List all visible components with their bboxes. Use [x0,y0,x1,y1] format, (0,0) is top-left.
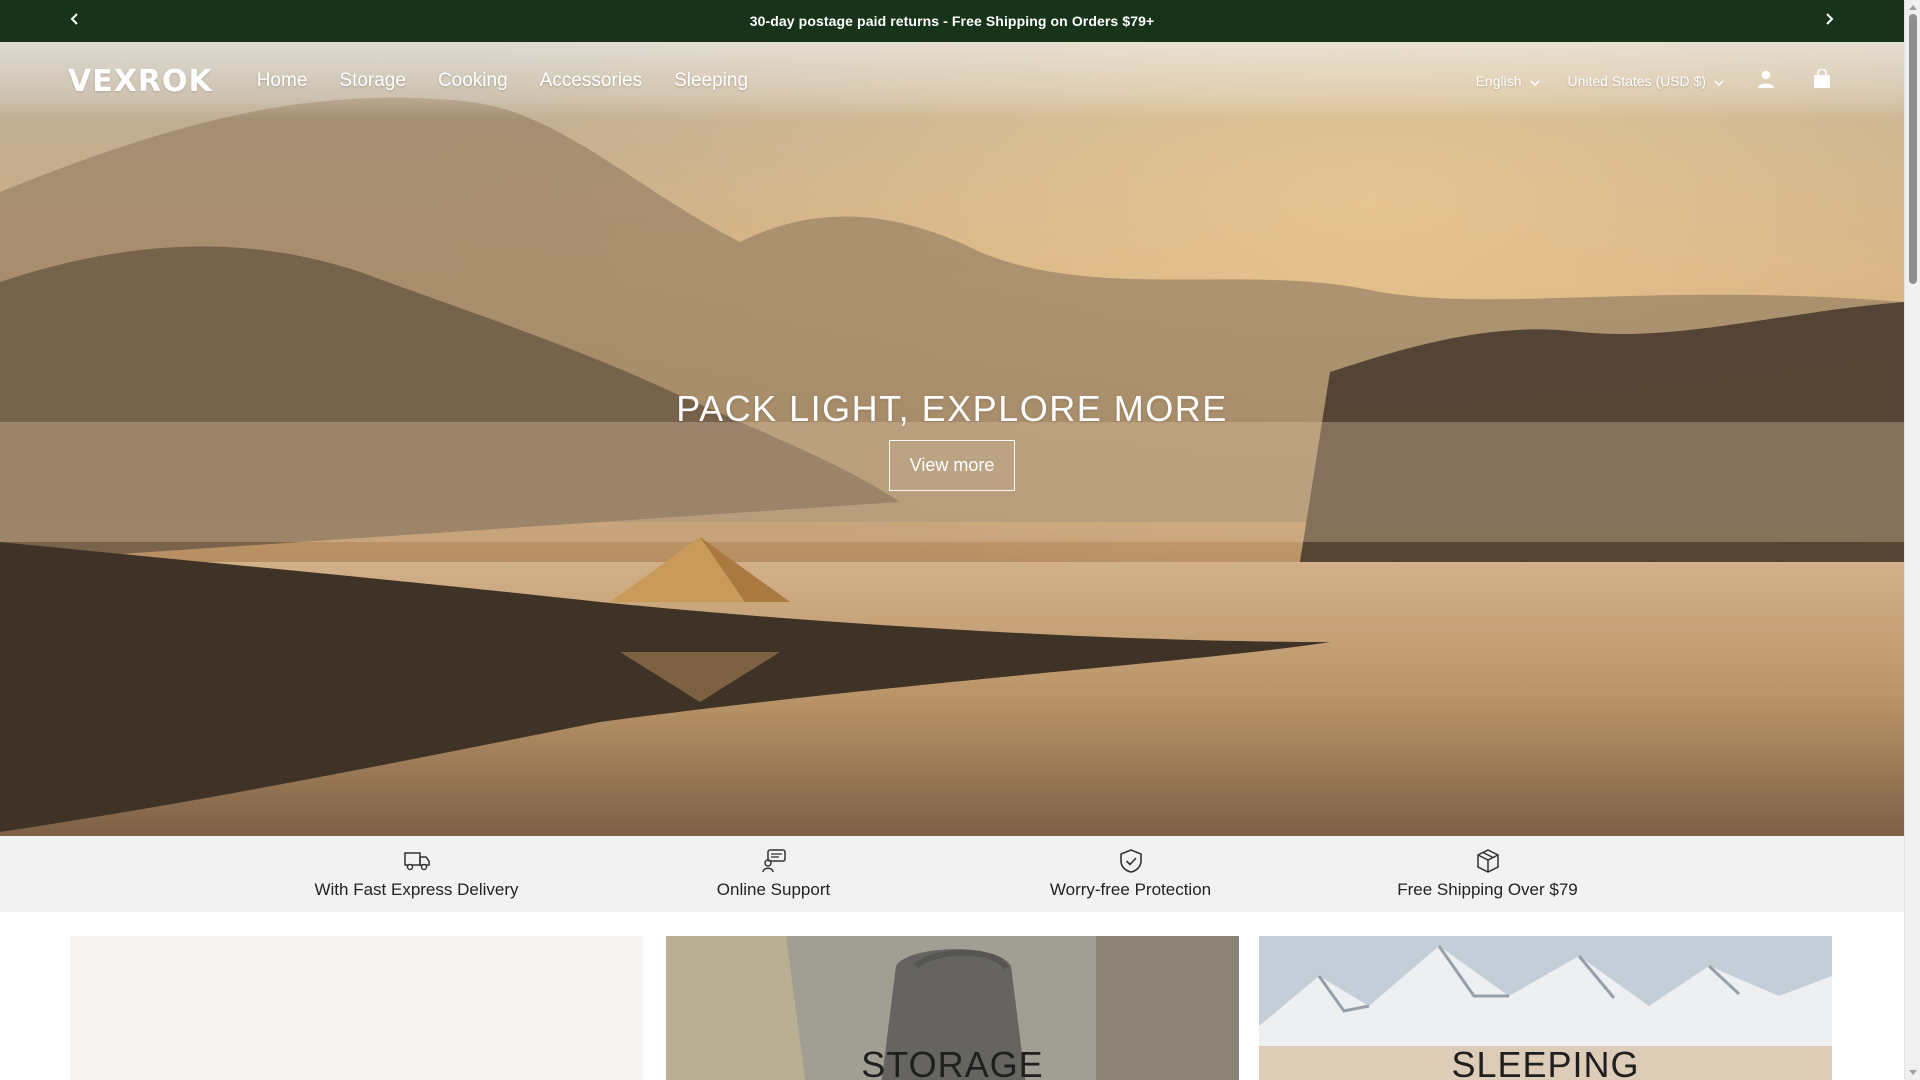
scroll-up-arrow-icon[interactable] [1908,2,1918,12]
main-nav: Home Storage Cooking Accessories Sleepin… [257,70,748,92]
support-chat-icon [760,848,788,874]
feature-item: With Fast Express Delivery [238,836,595,912]
site-header: VEXROK Home Storage Cooking Accessories … [0,42,1904,120]
scroll-down-arrow-icon[interactable] [1908,1068,1918,1078]
announcement-bar: 30-day postage paid returns - Free Shipp… [0,0,1904,42]
account-button[interactable] [1752,67,1780,95]
collection-title: STORAGE [861,1044,1044,1080]
announcement-text: 30-day postage paid returns - Free Shipp… [749,13,1155,29]
scrollbar-thumb[interactable] [1909,14,1917,284]
feature-label: Worry-free Protection [1049,880,1212,899]
package-box-icon [1474,848,1502,874]
nav-item-sleeping[interactable]: Sleeping [674,70,748,92]
currency-selector[interactable]: United States (USD $) [1568,73,1725,89]
chevron-right-icon [1824,12,1834,31]
announcement-next-button[interactable] [1808,0,1850,42]
hero-content: PACK LIGHT, EXPLORE MORE View more [0,388,1904,491]
page: 30-day postage paid returns - Free Shipp… [0,0,1904,1080]
collection-title: SLEEPING [1451,1044,1640,1080]
feature-label: With Fast Express Delivery [314,880,519,899]
nav-item-home[interactable]: Home [257,70,308,92]
nav-item-storage[interactable]: Storage [339,70,406,92]
currency-label: United States (USD $) [1567,73,1707,89]
collection-card-storage[interactable]: STORAGE [666,936,1239,1080]
feature-label: Free Shipping Over $79 [1397,880,1578,899]
chevron-left-icon [70,12,80,31]
view-more-button[interactable]: View more [888,440,1016,491]
chevron-down-icon [1529,73,1540,89]
feature-item: Worry-free Protection [952,836,1309,912]
collection-card-sleeping[interactable]: SLEEPING [1259,936,1832,1080]
hero-title: PACK LIGHT, EXPLORE MORE [676,388,1228,429]
nav-item-cooking[interactable]: Cooking [438,70,508,92]
shopping-bag-icon [1813,67,1831,94]
page-scrollbar[interactable] [1904,0,1920,1080]
language-selector[interactable]: English [1476,73,1540,89]
user-icon [1756,69,1776,94]
collections-grid: STORAGE SLEEPING [0,936,1904,1080]
chevron-down-icon [1714,73,1724,89]
header-actions: English United States (USD $) [1476,67,1836,95]
cart-button[interactable] [1808,67,1836,95]
logo[interactable]: VEXROK [68,64,213,99]
nav-item-accessories[interactable]: Accessories [540,70,642,92]
feature-item: Free Shipping Over $79 [1309,836,1666,912]
features-bar: With Fast Express Delivery Online Suppor… [0,836,1904,912]
announcement-prev-button[interactable] [54,0,96,42]
delivery-truck-icon [403,848,431,874]
feature-label: Online Support [716,880,831,899]
collection-card[interactable] [70,936,643,1080]
language-label: English [1475,73,1522,89]
shield-check-icon [1117,848,1145,874]
feature-item: Online Support [595,836,952,912]
